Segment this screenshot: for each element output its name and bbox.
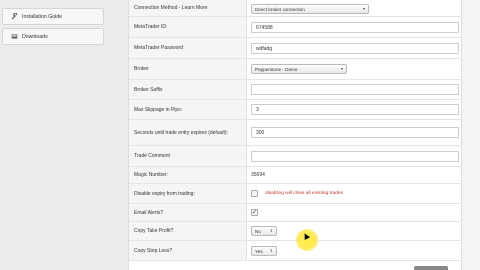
copy-stop-loss-select[interactable]: Yes ⇕ [251, 246, 277, 256]
chevron-updown-icon: ⇕ [269, 248, 273, 253]
magic-number-value: 35694 [251, 172, 265, 178]
row-disable-expiry: Disable expiry from trading: disabling w… [129, 184, 463, 204]
sidebar-item-downloads[interactable]: Downloads [2, 28, 104, 45]
broker-suffix-input[interactable] [251, 84, 459, 95]
mt-password-input[interactable]: wdfadg [251, 43, 459, 54]
trade-comment-input[interactable] [251, 151, 459, 162]
copy-take-profit-label: Copy Take Profit? [129, 222, 247, 240]
disable-expiry-checkbox[interactable] [251, 190, 258, 197]
chevron-down-icon: ▾ [340, 66, 343, 71]
broker-label: Broker [129, 59, 247, 79]
scrollbar-track[interactable] [462, 0, 480, 270]
sidebar-item-label: Installation Guide [22, 13, 63, 20]
checkmark-icon: ✓ [251, 209, 258, 216]
disable-expiry-warning: disabling will close all existing trades [265, 191, 343, 196]
row-email-alerts: Email Alerts? ✓ [129, 204, 463, 222]
broker-suffix-label: Broker Suffix [129, 80, 247, 99]
sidebar: Installation Guide Downloads [0, 0, 106, 270]
mt-id-input[interactable]: 674588 [251, 22, 459, 33]
row-broker: Broker Pepperstone - Demo ▾ [129, 59, 463, 80]
wrench-icon [10, 13, 18, 21]
row-seconds-expire: Seconds until trade entry expires (defau… [129, 120, 463, 146]
mt-password-label: MetaTrader Password [129, 38, 247, 58]
email-alerts-checkbox[interactable]: ✓ [251, 209, 258, 216]
row-magic-number: Magic Number: 35694 [129, 167, 463, 184]
chevron-updown-icon: ⇕ [269, 228, 273, 233]
row-connection-method: Connection Method - Learn More Direct br… [129, 0, 463, 17]
mt-id-label: MetaTrader ID: [129, 17, 247, 37]
row-broker-suffix: Broker Suffix [129, 80, 463, 100]
trade-comment-label: Trade Comment [129, 146, 247, 166]
sidebar-item-installation-guide[interactable]: Installation Guide [2, 8, 104, 25]
seconds-expire-input[interactable]: 300 [251, 127, 459, 138]
row-mt-password: MetaTrader Password wdfadg [129, 38, 463, 59]
chevron-down-icon: ▾ [362, 6, 365, 11]
max-slippage-label: Max Slippage in Pips: [129, 100, 247, 119]
magic-number-label: Magic Number: [129, 167, 247, 183]
settings-form: Connection Method - Learn More Direct br… [128, 0, 463, 270]
copy-stop-loss-label: Copy Stop Loss? [129, 241, 247, 260]
row-max-slippage: Max Slippage in Pips: 3 [129, 100, 463, 120]
save-button[interactable] [414, 266, 448, 270]
max-slippage-input[interactable]: 3 [251, 104, 459, 115]
connection-method-label: Connection Method - Learn More [129, 0, 247, 16]
disable-expiry-label: Disable expiry from trading: [129, 184, 247, 203]
sidebar-item-label: Downloads [22, 33, 48, 40]
connection-method-select[interactable]: Direct broker connection ▾ [251, 4, 369, 14]
seconds-expire-label: Seconds until trade entry expires (defau… [129, 120, 247, 145]
email-alerts-label: Email Alerts? [129, 204, 247, 221]
download-icon [10, 33, 18, 41]
copy-take-profit-select[interactable]: No ⇕ [251, 226, 277, 236]
row-trade-comment: Trade Comment [129, 146, 463, 167]
broker-select[interactable]: Pepperstone - Demo ▾ [251, 64, 347, 74]
row-mt-id: MetaTrader ID: 674588 [129, 17, 463, 38]
